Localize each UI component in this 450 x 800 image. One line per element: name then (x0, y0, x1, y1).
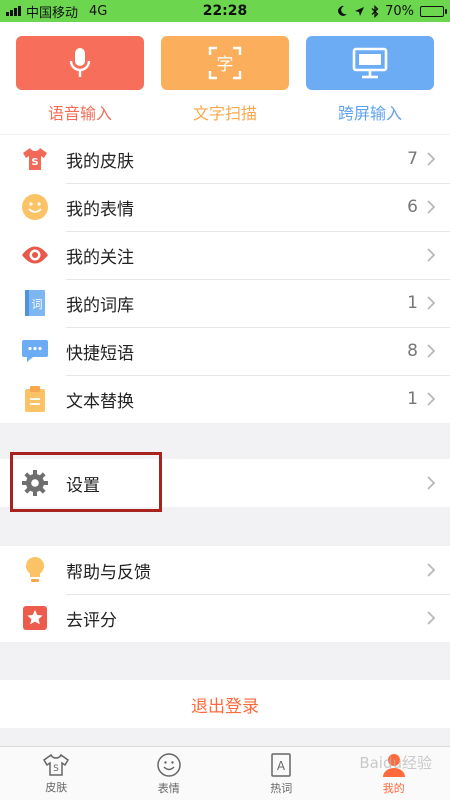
cross-screen-input-button[interactable]: 跨屏输入 (306, 36, 434, 134)
hotword-tab-icon: A (271, 752, 291, 777)
svg-text:S: S (53, 764, 59, 774)
clipboard-icon (20, 384, 50, 414)
settings-list: 设置 (0, 459, 450, 507)
quick-actions: 语音输入 字 文字扫描 跨屏输入 (0, 22, 450, 134)
menu-item-quick-phrases[interactable]: 快捷短语 8 (0, 327, 450, 375)
menu-count: 8 (407, 341, 418, 361)
menu-label: 设置 (66, 475, 100, 496)
scan-glyph: 字 (217, 55, 234, 75)
text-scan-button[interactable]: 字 文字扫描 (161, 36, 289, 134)
dictionary-glyph: 词 (32, 298, 43, 311)
chevron-right-icon (427, 392, 436, 406)
menu-item-my-follows[interactable]: 我的关注 (0, 231, 450, 279)
menu-item-help-feedback[interactable]: 帮助与反馈 (0, 546, 450, 594)
menu-item-my-dictionary[interactable]: 词 我的词库 1 (0, 279, 450, 327)
cross-screen-label: 跨屏输入 (337, 104, 402, 123)
tab-mine[interactable]: 我的 (338, 747, 450, 800)
menu-label: 我的关注 (66, 247, 134, 268)
text-scan-tile[interactable]: 字 (161, 36, 289, 90)
menu-count: 6 (407, 197, 418, 217)
tshirt-icon: S (20, 144, 50, 174)
logout-button[interactable]: 退出登录 (0, 680, 450, 728)
menu-label: 文本替换 (66, 391, 134, 412)
menu-item-my-emoticons[interactable]: 我的表情 6 (0, 183, 450, 231)
chevron-right-icon (427, 152, 436, 166)
tab-label: 热词 (270, 781, 293, 795)
network-type: 4G (89, 3, 108, 19)
menu-label: 我的表情 (66, 199, 134, 220)
bluetooth-icon (371, 4, 379, 18)
tab-label: 皮肤 (45, 780, 68, 794)
hotword-glyph: A (277, 759, 286, 773)
menu-item-settings[interactable]: 设置 (0, 459, 450, 507)
text-scan-label: 文字扫描 (192, 104, 257, 123)
carrier-name: 中国移动 (26, 5, 79, 21)
battery-percent: 70% (385, 3, 414, 19)
help-list: 帮助与反馈 去评分 (0, 546, 450, 642)
status-bar: 中国移动 4G 22:28 70% (0, 0, 450, 22)
chevron-right-icon (427, 476, 436, 490)
star-icon (20, 603, 50, 633)
menu-item-rate-app[interactable]: 去评分 (0, 594, 450, 642)
chevron-right-icon (427, 248, 436, 262)
signal-icon (6, 6, 21, 16)
scan-text-icon: 字 (208, 46, 242, 80)
tshirt-tab-icon: S (43, 753, 70, 776)
tab-label: 表情 (157, 781, 180, 795)
chevron-right-icon (427, 611, 436, 625)
menu-label: 我的词库 (66, 295, 134, 316)
menu-count: 7 (407, 149, 418, 169)
tab-hotwords[interactable]: A 热词 (225, 747, 338, 800)
smiley-icon (20, 192, 50, 222)
menu-label: 去评分 (66, 610, 117, 631)
smiley-tab-icon (157, 752, 181, 777)
battery-icon (420, 5, 447, 17)
cross-screen-tile[interactable] (306, 36, 434, 90)
profile-tab-icon (382, 753, 405, 777)
gear-icon (20, 468, 50, 498)
microphone-icon (69, 48, 91, 77)
tab-skins[interactable]: S 皮肤 (0, 747, 113, 800)
chevron-right-icon (427, 344, 436, 358)
tab-label: 我的 (382, 781, 405, 795)
tab-emoticons[interactable]: 表情 (113, 747, 226, 800)
eye-icon (20, 240, 50, 270)
chevron-right-icon (427, 296, 436, 310)
voice-input-label: 语音输入 (47, 104, 112, 123)
menu-label: 帮助与反馈 (66, 562, 151, 583)
chevron-right-icon (427, 200, 436, 214)
chevron-right-icon (427, 563, 436, 577)
menu-item-text-replacement[interactable]: 文本替换 1 (0, 375, 450, 423)
voice-input-tile[interactable] (16, 36, 144, 90)
menu-label: 我的皮肤 (66, 151, 134, 172)
menu-item-my-skins[interactable]: S 我的皮肤 7 (0, 135, 450, 183)
bottom-tab-bar: S 皮肤 表情 A 热词 我的 (0, 746, 450, 800)
voice-input-button[interactable]: 语音输入 (16, 36, 144, 134)
main-menu-list: S 我的皮肤 7 我的表情 6 我的关注 词 我的词库 1 快捷短语 8 文本替… (0, 135, 450, 423)
menu-count: 1 (407, 389, 418, 409)
moon-icon (338, 5, 348, 16)
location-icon (355, 6, 365, 16)
chat-bubble-icon (20, 336, 50, 366)
menu-label: 快捷短语 (66, 343, 134, 364)
lightbulb-icon (20, 555, 50, 585)
menu-count: 1 (407, 293, 418, 313)
monitor-icon (352, 47, 388, 79)
svg-text:S: S (31, 157, 38, 168)
dictionary-icon: 词 (20, 288, 50, 318)
